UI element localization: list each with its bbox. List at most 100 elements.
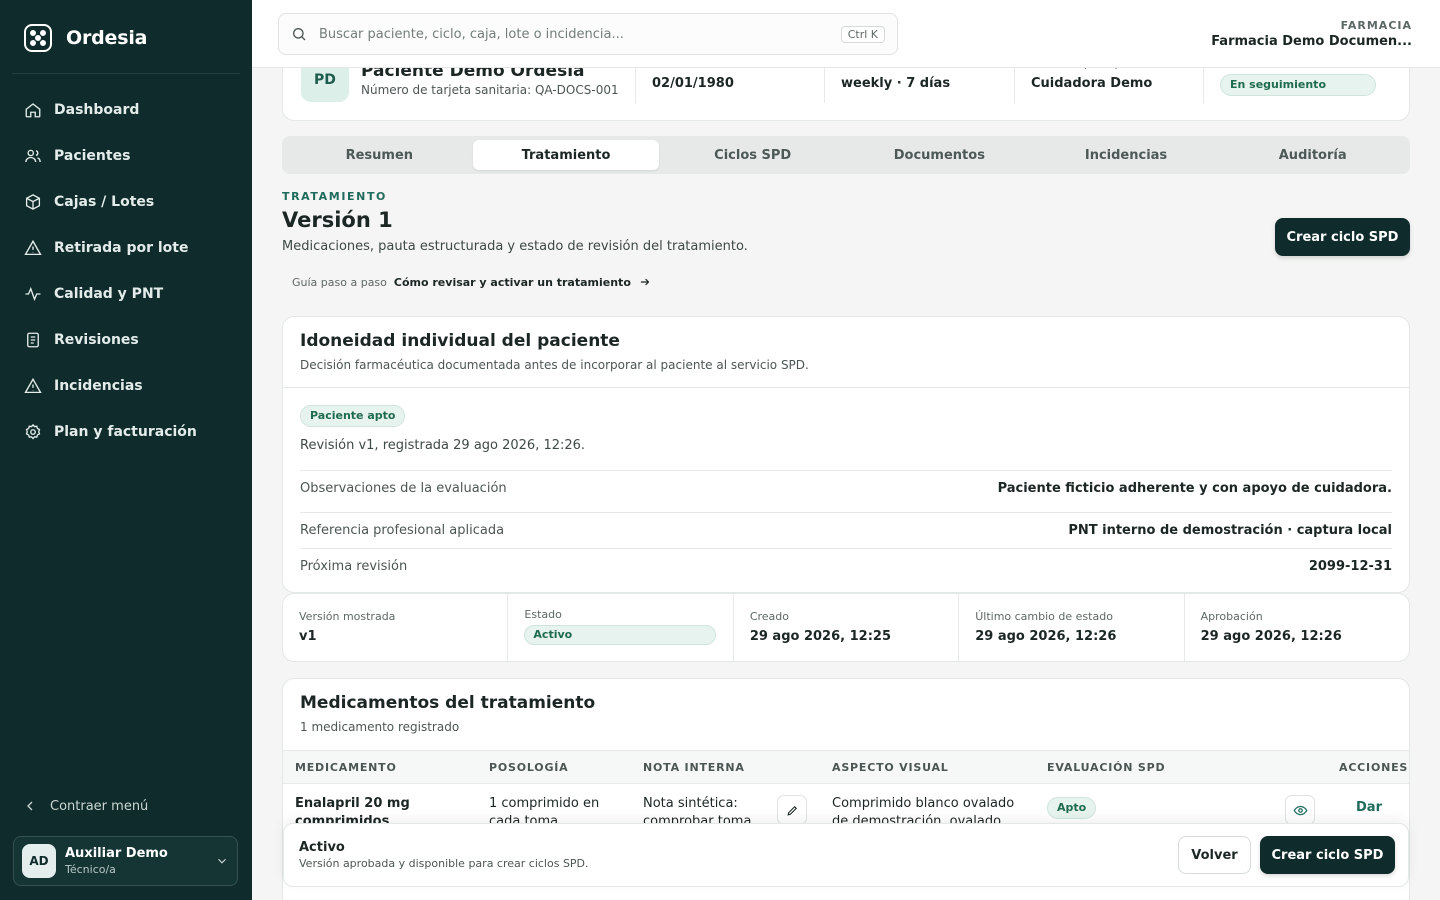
main-content: PD Paciente Demo Ordesia Número de tarje… <box>252 0 1440 900</box>
arrow-right-icon[interactable] <box>638 275 652 289</box>
collapse-menu-button[interactable]: Contraer menú <box>22 798 148 814</box>
sidebar-item-retirada-lote[interactable]: Retirada por lote <box>12 228 240 268</box>
bottom-status: Activo <box>299 840 345 855</box>
status-badge: Activo <box>524 625 717 645</box>
tab-incidencias[interactable]: Incidencias <box>1033 140 1220 170</box>
sidebar-nav: Dashboard Pacientes Cajas / Lotes Retira… <box>12 90 240 458</box>
bottom-action-bar: Activo Versión aprobada y disponible par… <box>283 823 1409 887</box>
kv-key: Observaciones de la evaluación <box>300 481 507 496</box>
page-description: Medicaciones, pauta estructurada y estad… <box>282 239 748 254</box>
action-link[interactable]: Dar <box>1356 800 1382 815</box>
eye-icon <box>1293 805 1307 815</box>
suitability-card: Idoneidad individual del paciente Decisi… <box>282 316 1410 593</box>
status-badge: En seguimiento <box>1220 74 1376 96</box>
sidebar-item-label: Calidad y PNT <box>54 286 164 302</box>
column-header: ASPECTO VISUAL <box>832 761 949 774</box>
kv-key: Próxima revisión <box>300 559 408 574</box>
tab-tratamiento[interactable]: Tratamiento <box>472 140 660 170</box>
sidebar-item-incidencias[interactable]: Incidencias <box>12 366 240 406</box>
version-approval: Aprobación 29 ago 2026, 12:26 <box>1183 594 1409 661</box>
info-label: Creado <box>749 610 789 623</box>
kv-value: Paciente ficticio adherente y con apoyo … <box>997 481 1392 496</box>
divider <box>283 387 1409 388</box>
tab-auditoria[interactable]: Auditoría <box>1219 140 1406 170</box>
alert-triangle-icon <box>24 377 42 394</box>
version-status: Estado Activo <box>507 594 732 661</box>
sidebar-item-calidad-pnt[interactable]: Calidad y PNT <box>12 274 240 314</box>
create-cycle-button[interactable]: Crear ciclo SPD <box>1275 218 1410 256</box>
kv-key: Referencia profesional aplicada <box>300 523 505 538</box>
tab-resumen[interactable]: Resumen <box>286 140 473 170</box>
column-header: MEDICAMENTO <box>295 761 397 774</box>
user-name: Auxiliar Demo <box>65 846 168 861</box>
chevron-left-icon <box>27 801 33 811</box>
version-created: Creado 29 ago 2026, 12:25 <box>732 594 958 661</box>
create-cycle-button[interactable]: Crear ciclo SPD <box>1260 836 1395 874</box>
pencil-icon <box>786 805 797 816</box>
kv-value: 2099-12-31 <box>1308 559 1392 574</box>
column-header: ACCIONES <box>1339 761 1409 774</box>
sidebar: Ordesia Dashboard Pacientes Cajas / Lote… <box>0 0 252 900</box>
info-value: v1 <box>299 629 317 644</box>
column-header: POSOLOGÍA <box>489 761 569 774</box>
patient-card-number: Número de tarjeta sanitaria: QA-DOCS-001 <box>361 83 619 97</box>
meta-value: weekly · 7 días <box>841 76 951 91</box>
view-button[interactable] <box>1285 795 1315 825</box>
kv-value: PNT interno de demostración · captura lo… <box>1068 523 1392 538</box>
info-label: Estado <box>524 608 562 621</box>
brand[interactable]: Ordesia <box>22 22 147 54</box>
guide-link[interactable]: Cómo revisar y activar un tratamiento <box>394 276 631 289</box>
back-button[interactable]: Volver <box>1178 836 1251 874</box>
meta-value: 02/01/1980 <box>652 76 734 91</box>
guide: Guía paso a paso Cómo revisar y activar … <box>292 275 652 289</box>
user-role: Técnico/a <box>65 863 116 876</box>
sidebar-item-revisiones[interactable]: Revisiones <box>12 320 240 360</box>
card-title: Medicamentos del tratamiento <box>300 693 596 713</box>
tab-documentos[interactable]: Documentos <box>846 140 1033 170</box>
evaluation-badge: Apto <box>1047 797 1097 819</box>
user-menu[interactable]: AD Auxiliar Demo Técnico/a <box>13 836 238 886</box>
search-placeholder: Buscar paciente, ciclo, caja, lote o inc… <box>319 26 624 42</box>
version-shown: Versión mostrada v1 <box>283 594 507 661</box>
pharmacy-selector[interactable]: FARMACIA Farmacia Demo Documen... <box>1211 19 1412 49</box>
alert-triangle-icon <box>24 239 42 256</box>
activity-icon <box>25 286 41 302</box>
column-header: NOTA INTERNA <box>643 761 745 774</box>
settings-icon <box>25 423 41 440</box>
clipboard-icon <box>27 332 39 348</box>
page-title: Versión 1 <box>282 208 393 232</box>
edit-note-button[interactable] <box>777 795 807 825</box>
suitability-badge: Paciente apto <box>300 405 406 427</box>
avatar: AD <box>22 844 56 878</box>
bottom-description: Versión aprobada y disponible para crear… <box>299 857 589 870</box>
table-header: MEDICAMENTO POSOLOGÍA NOTA INTERNA ASPEC… <box>283 750 1409 784</box>
sidebar-item-label: Incidencias <box>54 378 143 394</box>
search-input[interactable]: Buscar paciente, ciclo, caja, lote o inc… <box>278 13 898 55</box>
sidebar-item-label: Dashboard <box>54 102 140 118</box>
info-label: Aprobación <box>1200 610 1263 623</box>
sidebar-item-plan-facturacion[interactable]: Plan y facturación <box>12 412 240 452</box>
keyboard-shortcut: Ctrl K <box>840 25 885 43</box>
tab-ciclos-spd[interactable]: Ciclos SPD <box>659 140 846 170</box>
tab-bar: Resumen Tratamiento Ciclos SPD Documento… <box>282 136 1410 174</box>
box-icon <box>25 194 41 210</box>
brand-name: Ordesia <box>66 27 148 49</box>
guide-label: Guía paso a paso <box>292 275 387 289</box>
collapse-label: Contraer menú <box>50 798 149 814</box>
divider <box>12 73 240 74</box>
info-label: Último cambio de estado <box>975 610 1113 623</box>
info-value: 29 ago 2026, 12:26 <box>1200 629 1342 644</box>
pharmacy-name: Farmacia Demo Documen... <box>1211 34 1412 49</box>
sidebar-item-dashboard[interactable]: Dashboard <box>12 90 240 130</box>
sidebar-item-label: Revisiones <box>54 332 139 348</box>
top-bar: Buscar paciente, ciclo, caja, lote o inc… <box>252 0 1440 68</box>
kv-row-observaciones: Observaciones de la evaluación Paciente … <box>300 470 1392 506</box>
sidebar-item-label: Cajas / Lotes <box>54 194 155 210</box>
sidebar-item-cajas-lotes[interactable]: Cajas / Lotes <box>12 182 240 222</box>
kv-row-proxima-revision: Próxima revisión 2099-12-31 <box>300 548 1392 584</box>
version-info-card: Versión mostrada v1 Estado Activo Creado… <box>282 593 1410 662</box>
sidebar-item-pacientes[interactable]: Pacientes <box>12 136 240 176</box>
card-subtitle: 1 medicamento registrado <box>300 720 460 734</box>
revision-text: Revisión v1, registrada 29 ago 2026, 12:… <box>300 438 586 453</box>
info-label: Versión mostrada <box>299 610 396 623</box>
